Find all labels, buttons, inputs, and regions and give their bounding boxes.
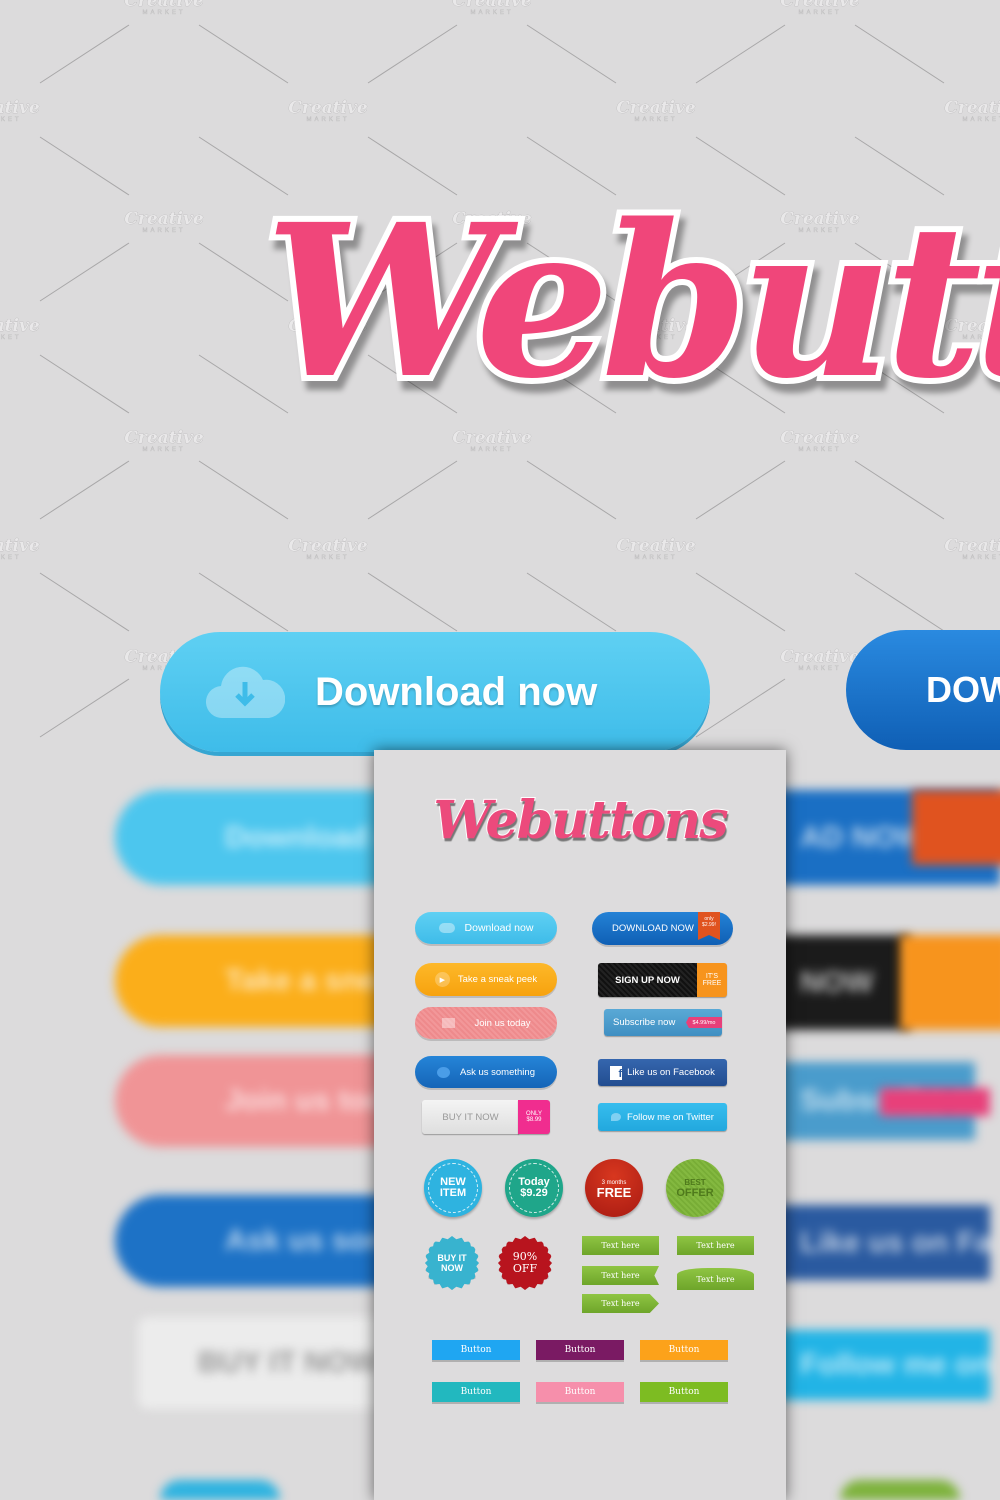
watermark-logo: Creative bbox=[0, 316, 40, 336]
watermark-sub: MARKET bbox=[962, 117, 1000, 123]
watermark-sub: MARKET bbox=[0, 335, 22, 341]
button-label: BUY IT NOW bbox=[442, 1111, 499, 1123]
button-label: Follow me on Twitter bbox=[627, 1111, 714, 1123]
hero-download-button[interactable]: Download now bbox=[160, 632, 710, 752]
watermark-sub: MARKET bbox=[962, 555, 1000, 561]
button[interactable]: Button bbox=[536, 1340, 624, 1360]
panel-title: Webuttons bbox=[432, 789, 729, 852]
hero-download-label: Download now bbox=[315, 669, 598, 714]
price-tag: $4.99/mo bbox=[686, 1017, 722, 1028]
facebook-icon: f bbox=[610, 1065, 623, 1080]
card-icon bbox=[441, 1018, 455, 1028]
button[interactable]: Button bbox=[640, 1382, 728, 1402]
ribbon-label: Text here bbox=[582, 1266, 659, 1285]
download-now-button[interactable]: Download now bbox=[415, 912, 557, 944]
twitter-bird-icon bbox=[611, 1113, 622, 1121]
watermark-sub: MARKET bbox=[634, 555, 677, 561]
watermark-sub: MARKET bbox=[0, 117, 22, 123]
badge-months-free: 3 months FREE bbox=[585, 1159, 643, 1217]
cloud-download-icon bbox=[438, 923, 455, 933]
play-icon: ▶ bbox=[434, 972, 450, 987]
hero-download-button-2[interactable]: DOW bbox=[846, 630, 1000, 750]
button[interactable]: Button bbox=[432, 1340, 520, 1360]
watermark-logo: Creative bbox=[288, 536, 368, 556]
speech-bubble-icon bbox=[437, 1066, 450, 1078]
join-us-button[interactable]: Join us today bbox=[415, 1007, 557, 1039]
cloud-download-icon bbox=[206, 666, 285, 719]
ask-us-button[interactable]: Ask us something bbox=[415, 1056, 557, 1088]
watermark-sub: MARKET bbox=[798, 666, 841, 672]
button-label: Take a sneak peek bbox=[457, 974, 538, 985]
watermark-sub: MARKET bbox=[306, 555, 349, 561]
badge-today-price: Today $9.29 bbox=[505, 1159, 563, 1217]
watermark-sub: MARKET bbox=[798, 447, 841, 453]
ribbon-label: Text here bbox=[677, 1236, 754, 1255]
button[interactable]: Button bbox=[640, 1340, 728, 1360]
watermark-logo: Creative bbox=[944, 98, 1000, 118]
watermark-logo: Creative bbox=[0, 536, 40, 556]
button[interactable]: Button bbox=[536, 1382, 624, 1402]
watermark-logo: Creative bbox=[452, 428, 532, 448]
badge-new-item: NEW ITEM bbox=[424, 1159, 482, 1217]
watermark-sub: MARKET bbox=[0, 555, 22, 561]
button-label: Subscribe now bbox=[613, 1017, 676, 1028]
button-label: Download now bbox=[464, 922, 534, 934]
blurred-badge bbox=[840, 1480, 960, 1500]
blurred-tag bbox=[880, 1088, 990, 1116]
button-label: Like us on Facebook bbox=[627, 1067, 715, 1078]
hero-title: Webutto bbox=[265, 178, 1000, 425]
watermark-logo: Creative bbox=[0, 98, 40, 118]
watermark-logo: Creative bbox=[288, 98, 368, 118]
button-label: Ask us something bbox=[460, 1066, 535, 1078]
free-tag: IT'S FREE bbox=[697, 963, 727, 997]
button-label: SIGN UP NOW bbox=[615, 974, 680, 986]
price-tag: ONLY $8.99 bbox=[518, 1100, 550, 1134]
button[interactable]: Button bbox=[432, 1382, 520, 1402]
hero-title-graphic: Webutto bbox=[259, 172, 1000, 430]
watermark-sub: MARKET bbox=[142, 228, 185, 234]
watermark-sub: MARKET bbox=[470, 10, 513, 16]
watermark-logo: Creative bbox=[124, 428, 204, 448]
sneak-peek-button[interactable]: ▶ Take a sneak peek bbox=[415, 963, 557, 996]
blurred-tag bbox=[900, 935, 1000, 1030]
watermark-sub: MARKET bbox=[634, 117, 677, 123]
facebook-button[interactable]: f Like us on Facebook bbox=[598, 1059, 727, 1086]
watermark-sub: MARKET bbox=[142, 10, 185, 16]
watermark-logo: Creative bbox=[780, 428, 860, 448]
watermark-sub: MARKET bbox=[142, 447, 185, 453]
watermark-logo: Creative bbox=[780, 647, 860, 667]
watermark-logo: Creative bbox=[616, 536, 696, 556]
watermark-logo: Creative bbox=[124, 209, 204, 229]
badge-best-offer: BEST OFFER bbox=[666, 1159, 724, 1217]
blurred-badge bbox=[160, 1480, 280, 1500]
watermark-logo: Creative bbox=[616, 98, 696, 118]
blurred-ribbon bbox=[912, 790, 1000, 865]
ribbon-label: Text here bbox=[582, 1294, 659, 1313]
watermark-sub: MARKET bbox=[306, 117, 349, 123]
button-label: DOWNLOAD NOW bbox=[612, 923, 694, 934]
hero-download2-label: DOW bbox=[926, 669, 1000, 710]
watermark-sub: MARKET bbox=[470, 447, 513, 453]
ribbon-label: Text here bbox=[582, 1236, 659, 1255]
buy-it-now-button[interactable]: BUY IT NOW bbox=[422, 1100, 519, 1134]
twitter-button[interactable]: Follow me on Twitter bbox=[598, 1103, 727, 1131]
watermark-logo: Creative bbox=[944, 536, 1000, 556]
sign-up-button[interactable]: SIGN UP NOW bbox=[598, 963, 697, 997]
watermark-sub: MARKET bbox=[798, 10, 841, 16]
ribbon-label: Text here bbox=[677, 1268, 754, 1290]
button-label: Join us today bbox=[474, 1017, 531, 1029]
